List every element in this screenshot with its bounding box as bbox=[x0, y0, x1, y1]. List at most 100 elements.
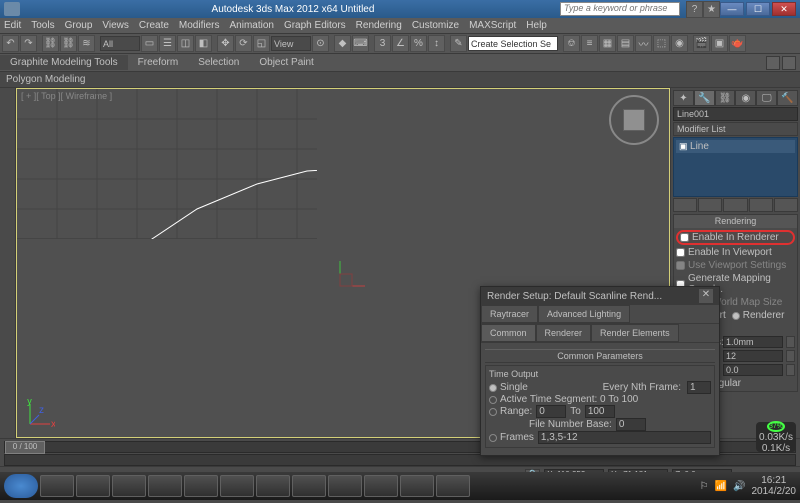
unlink-icon[interactable]: ⛓ bbox=[60, 35, 77, 52]
modifier-list-dropdown[interactable]: Modifier List bbox=[673, 122, 798, 136]
taskbar-item[interactable] bbox=[256, 475, 290, 497]
schematic-view-icon[interactable]: ⬚ bbox=[653, 35, 670, 52]
frames-field[interactable]: 1,3,5-12 bbox=[538, 431, 711, 444]
frames-radio[interactable]: Frames bbox=[489, 432, 534, 443]
spinner-arrows-icon[interactable] bbox=[786, 364, 795, 376]
range-to-spinner[interactable]: 100 bbox=[585, 405, 615, 418]
angle-spinner[interactable]: 0.0 bbox=[723, 364, 783, 376]
tray-time[interactable]: 16:21 bbox=[752, 475, 797, 486]
tray-date[interactable]: 2014/2/20 bbox=[752, 486, 797, 497]
create-tab-icon[interactable]: ✦ bbox=[673, 90, 694, 106]
display-tab-icon[interactable]: 🖵 bbox=[756, 90, 777, 106]
infocenter-icon[interactable]: ? bbox=[686, 1, 703, 18]
menu-graph-editors[interactable]: Graph Editors bbox=[284, 20, 346, 31]
tab-common[interactable]: Common bbox=[481, 324, 536, 342]
taskbar-item[interactable] bbox=[148, 475, 182, 497]
polygon-modeling-panel[interactable]: Polygon Modeling bbox=[6, 74, 86, 85]
spinner-arrows-icon[interactable] bbox=[786, 336, 795, 348]
file-number-spinner[interactable]: 0 bbox=[616, 418, 646, 431]
ribbon-minimize-icon[interactable] bbox=[766, 56, 780, 70]
tab-object-paint[interactable]: Object Paint bbox=[249, 55, 323, 70]
tab-renderer[interactable]: Renderer bbox=[536, 324, 592, 342]
render-setup-dialog[interactable]: Render Setup: Default Scanline Rend... ✕… bbox=[480, 286, 720, 456]
taskbar-item[interactable] bbox=[40, 475, 74, 497]
menu-help[interactable]: Help bbox=[526, 20, 547, 31]
single-radio[interactable]: Single bbox=[489, 382, 528, 393]
select-by-name-icon[interactable]: ☰ bbox=[159, 35, 176, 52]
bind-space-warp-icon[interactable]: ≋ bbox=[78, 35, 95, 52]
active-segment-radio[interactable]: Active Time Segment: 0 To 100 bbox=[489, 394, 711, 405]
enable-in-renderer-checkbox[interactable]: Enable In Renderer bbox=[680, 232, 791, 243]
enable-in-viewport-checkbox[interactable]: Enable In Viewport bbox=[676, 247, 795, 258]
rendered-frame-icon[interactable]: ▣ bbox=[711, 35, 728, 52]
keyboard-shortcut-icon[interactable]: ⌨ bbox=[352, 35, 369, 52]
maximize-button[interactable]: ☐ bbox=[746, 2, 770, 16]
taskbar-item[interactable] bbox=[292, 475, 326, 497]
taskbar-item[interactable] bbox=[220, 475, 254, 497]
taskbar-item[interactable] bbox=[436, 475, 470, 497]
tab-advanced-lighting[interactable]: Advanced Lighting bbox=[538, 305, 630, 323]
tray-flag-icon[interactable]: ⚐ bbox=[700, 481, 709, 492]
remove-modifier-icon[interactable] bbox=[749, 198, 773, 212]
taskbar-item[interactable] bbox=[184, 475, 218, 497]
menu-create[interactable]: Create bbox=[139, 20, 169, 31]
transform-gizmo[interactable] bbox=[330, 256, 370, 296]
spinner-snap-icon[interactable]: ↕ bbox=[428, 35, 445, 52]
time-slider-handle[interactable]: 0 / 100 bbox=[5, 441, 45, 454]
star-icon[interactable]: ★ bbox=[703, 1, 720, 18]
taskbar-item[interactable] bbox=[112, 475, 146, 497]
move-icon[interactable]: ✥ bbox=[217, 35, 234, 52]
taskbar-item[interactable] bbox=[328, 475, 362, 497]
ribbon-expand-icon[interactable] bbox=[782, 56, 796, 70]
close-button[interactable]: ✕ bbox=[772, 2, 796, 16]
tray-network-icon[interactable]: 📶 bbox=[715, 481, 727, 492]
make-unique-icon[interactable] bbox=[723, 198, 747, 212]
rollout-header[interactable]: Rendering bbox=[674, 215, 797, 228]
material-editor-icon[interactable]: ◉ bbox=[671, 35, 688, 52]
menu-modifiers[interactable]: Modifiers bbox=[179, 20, 220, 31]
menu-rendering[interactable]: Rendering bbox=[356, 20, 402, 31]
graphite-icon[interactable]: ▤ bbox=[617, 35, 634, 52]
viewcube[interactable] bbox=[609, 95, 659, 145]
menu-animation[interactable]: Animation bbox=[229, 20, 273, 31]
menu-group[interactable]: Group bbox=[65, 20, 93, 31]
link-icon[interactable]: ⛓ bbox=[42, 35, 59, 52]
tab-graphite-modeling[interactable]: Graphite Modeling Tools bbox=[0, 55, 128, 70]
named-selection-dropdown[interactable]: Create Selection Se bbox=[468, 36, 558, 51]
undo-icon[interactable]: ↶ bbox=[2, 35, 19, 52]
taskbar-item[interactable] bbox=[364, 475, 398, 497]
menu-views[interactable]: Views bbox=[102, 20, 129, 31]
tab-raytracer[interactable]: Raytracer bbox=[481, 305, 538, 323]
edit-named-sel-icon[interactable]: ✎ bbox=[450, 35, 467, 52]
manipulate-icon[interactable]: ◆ bbox=[334, 35, 351, 52]
range-from-spinner[interactable]: 0 bbox=[536, 405, 566, 418]
tray-volume-icon[interactable]: 🔊 bbox=[733, 481, 745, 492]
start-button[interactable] bbox=[4, 474, 38, 498]
object-name-field[interactable] bbox=[673, 107, 798, 121]
motion-tab-icon[interactable]: ◉ bbox=[735, 90, 756, 106]
tab-freeform[interactable]: Freeform bbox=[128, 55, 189, 70]
angle-snap-icon[interactable]: ∠ bbox=[392, 35, 409, 52]
sides-spinner[interactable]: 12 bbox=[723, 350, 783, 362]
taskbar-item[interactable] bbox=[76, 475, 110, 497]
hierarchy-tab-icon[interactable]: ⛓ bbox=[715, 90, 736, 106]
tab-selection[interactable]: Selection bbox=[188, 55, 249, 70]
percent-snap-icon[interactable]: % bbox=[410, 35, 427, 52]
align-icon[interactable]: ≡ bbox=[581, 35, 598, 52]
thickness-spinner[interactable]: 1.0mm bbox=[723, 336, 783, 348]
redo-icon[interactable]: ↷ bbox=[20, 35, 37, 52]
taskbar-item[interactable] bbox=[400, 475, 434, 497]
minimize-button[interactable]: — bbox=[720, 2, 744, 16]
show-end-result-icon[interactable] bbox=[698, 198, 722, 212]
utilities-tab-icon[interactable]: 🔨 bbox=[777, 90, 798, 106]
menu-tools[interactable]: Tools bbox=[31, 20, 54, 31]
use-viewport-settings-checkbox[interactable]: Use Viewport Settings bbox=[676, 260, 795, 271]
scale-icon[interactable]: ◱ bbox=[253, 35, 270, 52]
mirror-icon[interactable]: ⎊ bbox=[563, 35, 580, 52]
help-search-input[interactable] bbox=[561, 3, 679, 13]
select-region-icon[interactable]: ◫ bbox=[177, 35, 194, 52]
dialog-titlebar[interactable]: Render Setup: Default Scanline Rend... ✕ bbox=[481, 287, 719, 305]
dialog-close-button[interactable]: ✕ bbox=[699, 289, 713, 303]
stack-item-line[interactable]: ▣ Line bbox=[676, 140, 795, 153]
common-parameters-header[interactable]: Common Parameters bbox=[485, 349, 715, 363]
